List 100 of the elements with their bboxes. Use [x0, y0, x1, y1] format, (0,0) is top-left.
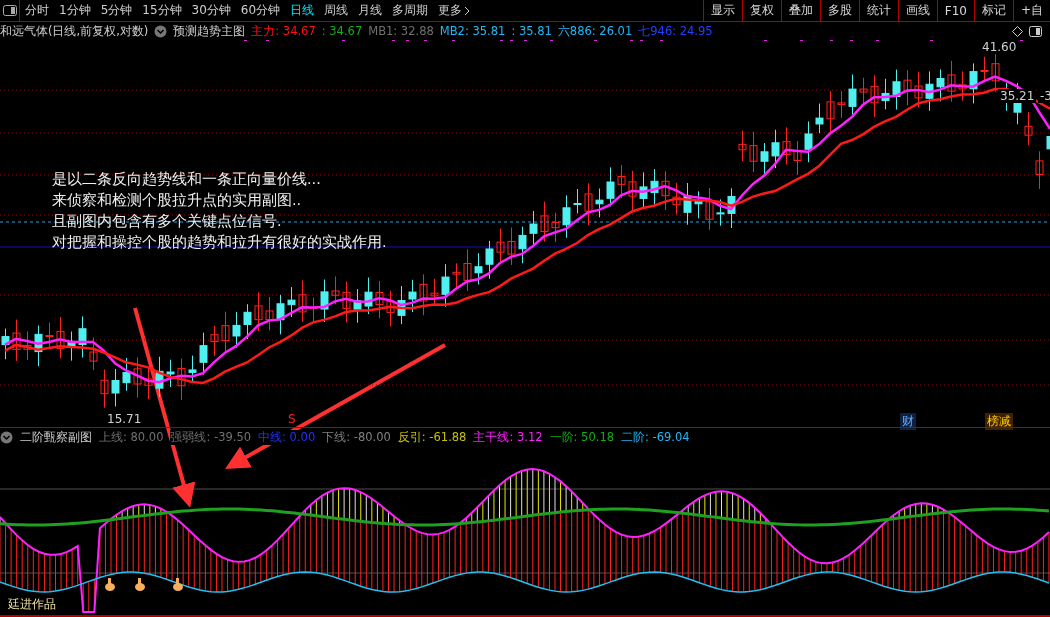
- candlestick: [122, 357, 131, 392]
- period-tab[interactable]: 多周期: [387, 2, 434, 19]
- candlestick: [265, 296, 274, 331]
- candlestick: [529, 210, 538, 246]
- legend-value: 主干线: 3.12: [473, 430, 543, 445]
- candlestick: [705, 187, 714, 231]
- candlestick: [100, 369, 109, 409]
- candlestick: [177, 358, 186, 401]
- period-tab[interactable]: 更多: [433, 2, 476, 19]
- toolbar-button[interactable]: 画线: [897, 0, 937, 21]
- candlestick: [23, 330, 32, 361]
- candlestick: [639, 171, 648, 208]
- legend-value: 主力: 34.67: [251, 23, 316, 39]
- candlestick: [210, 325, 219, 357]
- candlestick: [133, 356, 142, 399]
- low-price-label: 15.71: [105, 412, 144, 426]
- candlestick: [892, 69, 901, 111]
- toolbar-button[interactable]: 多股: [819, 0, 859, 21]
- candlestick: [595, 188, 604, 218]
- candlestick: [342, 281, 351, 323]
- candlestick: [562, 194, 571, 239]
- toolbar-button[interactable]: 显示: [702, 0, 742, 21]
- candlestick: [1, 328, 10, 360]
- dropdown-icon[interactable]: [0, 431, 13, 444]
- period-tab[interactable]: 60分钟: [235, 2, 286, 19]
- period-tab[interactable]: 30分钟: [186, 2, 236, 19]
- panel-toggle-icon[interactable]: [0, 0, 20, 22]
- legend-value: : 34.67: [321, 24, 363, 38]
- period-tab[interactable]: 周线: [319, 2, 354, 19]
- candlestick: [881, 78, 890, 110]
- price-label: 35.21: [998, 89, 1037, 103]
- indicator-name: 预测趋势主图: [173, 23, 246, 39]
- author-caption: 廷进作品: [8, 596, 56, 613]
- toolbar-button[interactable]: F10: [936, 0, 974, 21]
- candlestick: [815, 103, 824, 134]
- candlestick: [870, 74, 879, 118]
- candlestick: [782, 126, 791, 166]
- period-tab[interactable]: 15分钟: [137, 2, 187, 19]
- legend-value: MB1: 32.88: [368, 24, 434, 38]
- candlestick: [628, 170, 637, 211]
- candlestick: [650, 168, 659, 207]
- candlestick: [749, 131, 758, 173]
- candlestick: [144, 367, 153, 400]
- candlestick: [485, 240, 494, 280]
- candlestick: [1035, 150, 1044, 190]
- toolbar-button[interactable]: 复权: [741, 0, 781, 21]
- period-tab[interactable]: 月线: [353, 2, 388, 19]
- candlestick: [386, 290, 395, 327]
- legend-value: : 35.81: [511, 24, 552, 38]
- candlestick: [980, 56, 989, 83]
- candlestick: [199, 332, 208, 376]
- candlestick: [221, 311, 230, 352]
- candlestick: [408, 279, 417, 313]
- candlestick: [89, 337, 98, 371]
- candlestick: [254, 291, 263, 332]
- candlestick: [672, 182, 681, 215]
- period-tab[interactable]: 分时: [20, 2, 54, 19]
- candlestick: [903, 69, 912, 106]
- toolbar-button[interactable]: 叠加: [780, 0, 820, 21]
- toolbar-button[interactable]: +自: [1012, 0, 1050, 21]
- annotation-text: 对把握和操控个股的趋势和拉升有很好的实战作用.: [52, 233, 387, 251]
- candlestick: [78, 315, 87, 358]
- candlestick: [826, 90, 835, 134]
- candlestick: [287, 286, 296, 318]
- dropdown-icon[interactable]: [154, 24, 168, 38]
- candlestick: [474, 252, 483, 285]
- candlestick: [397, 285, 406, 325]
- candlestick: [848, 74, 857, 116]
- legend-value: MB2: 35.81: [439, 24, 506, 38]
- toolbar-button[interactable]: 标记: [973, 0, 1013, 21]
- period-tab[interactable]: 1分钟: [54, 2, 96, 19]
- candlestick: [914, 71, 923, 108]
- candlestick: [56, 316, 65, 359]
- toolbar-button[interactable]: 统计: [858, 0, 898, 21]
- high-price-label: 41.60: [980, 40, 1019, 54]
- diamond-icon[interactable]: [1012, 25, 1023, 37]
- candlestick: [353, 288, 362, 324]
- candlestick: [793, 140, 802, 176]
- legend-value: 下线: -80.00: [322, 430, 391, 445]
- candlestick: [551, 212, 560, 243]
- candlestick: [804, 120, 813, 163]
- legend-value: 反引: -61.88: [397, 430, 467, 445]
- period-tab[interactable]: 日线: [285, 2, 320, 19]
- candlestick: [661, 170, 670, 211]
- annotation-text: 且副图内包含有多个关键点位信号.: [52, 212, 283, 230]
- candlestick: [617, 164, 626, 199]
- candlestick: [375, 280, 384, 319]
- legend-value: 二阶: -69.04: [621, 430, 690, 445]
- candlestick: [364, 277, 373, 315]
- candlestick: [936, 68, 945, 102]
- candlestick: [12, 319, 21, 362]
- legend-value: 六886: 26.01: [557, 23, 633, 39]
- candlestick: [67, 331, 76, 362]
- annotation-text: 是以二条反向趋势线和一条正向量价线...: [52, 170, 322, 188]
- candlestick: [298, 279, 307, 323]
- candlestick: [771, 129, 780, 169]
- period-tab[interactable]: 5分钟: [95, 2, 138, 19]
- candlestick: [716, 198, 725, 227]
- candlestick: [111, 368, 120, 408]
- candlestick: [947, 60, 956, 103]
